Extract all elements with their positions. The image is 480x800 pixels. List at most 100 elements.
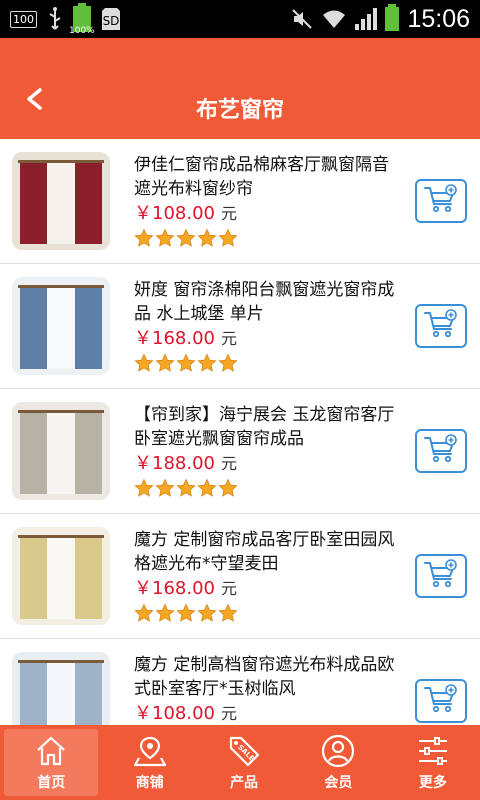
list-item[interactable]: 妍度 窗帘涤棉阳台飘窗遮光窗帘成品 水上城堡 单片 ￥168.00 元 <box>0 264 480 389</box>
price-unit: 元 <box>220 329 237 348</box>
product-info: 魔方 定制高档窗帘遮光布料成品欧式卧室客厅*玉树临风 ￥108.00 元 <box>134 653 396 725</box>
sliders-icon <box>416 734 450 772</box>
star-icon <box>134 228 154 252</box>
price-value: ￥168.00 <box>134 578 215 599</box>
star-icon <box>134 478 154 502</box>
product-price: ￥188.00 元 <box>134 452 396 476</box>
star-icon <box>218 603 238 627</box>
tab-home[interactable]: 首页 <box>4 729 99 796</box>
star-icon <box>155 228 175 252</box>
price-unit: 元 <box>220 204 237 223</box>
map-pin-icon <box>133 734 167 772</box>
svg-text:SD: SD <box>103 14 120 28</box>
star-icon <box>218 478 238 502</box>
star-icon <box>176 603 196 627</box>
wifi-icon <box>323 10 346 28</box>
tab-sale-tag[interactable]: SALE 产品 <box>197 725 291 800</box>
bottom-tab-bar: 首页 商铺 SALE 产品 会员 更多 <box>0 725 480 800</box>
add-to-cart-button[interactable] <box>415 429 467 473</box>
tab-label: 产品 <box>230 774 259 791</box>
star-icon <box>134 353 154 377</box>
product-info: 伊佳仁窗帘成品棉麻客厅飘窗隔音遮光布料窗纱帘 ￥108.00 元 <box>134 153 396 252</box>
product-image[interactable] <box>12 527 110 625</box>
status-bar-right: 15:06 <box>291 4 470 34</box>
price-unit: 元 <box>220 454 237 473</box>
clock: 15:06 <box>407 4 470 33</box>
star-icon <box>197 478 217 502</box>
tab-label: 会员 <box>324 774 353 791</box>
rating-stars <box>134 603 396 627</box>
tab-sliders[interactable]: 更多 <box>386 725 480 800</box>
rating-stars <box>134 353 396 377</box>
tab-label: 首页 <box>37 774 66 791</box>
product-info: 【帘到家】海宁展会 玉龙窗帘客厅卧室遮光飘窗窗帘成品 ￥188.00 元 <box>134 403 396 502</box>
cart-plus-icon <box>423 184 459 218</box>
star-icon <box>134 603 154 627</box>
cart-plus-icon <box>423 309 459 343</box>
product-name[interactable]: 魔方 定制窗帘成品客厅卧室田园风格遮光布*守望麦田 <box>134 528 396 576</box>
box-label: 100 <box>13 12 34 26</box>
cart-plus-icon <box>423 559 459 593</box>
price-unit: 元 <box>220 579 237 598</box>
price-value: ￥168.00 <box>134 328 215 349</box>
product-name[interactable]: 魔方 定制高档窗帘遮光布料成品欧式卧室客厅*玉树临风 <box>134 653 396 701</box>
battery-icon <box>385 4 400 31</box>
product-image[interactable] <box>12 152 110 250</box>
rating-stars <box>134 228 396 252</box>
product-image[interactable] <box>12 402 110 500</box>
battery-label: 100% <box>69 26 95 36</box>
page-title: 布艺窗帘 <box>195 98 284 123</box>
list-item[interactable]: 【帘到家】海宁展会 玉龙窗帘客厅卧室遮光飘窗窗帘成品 ￥188.00 元 <box>0 389 480 514</box>
star-icon <box>197 603 217 627</box>
list-item[interactable]: 伊佳仁窗帘成品棉麻客厅飘窗隔音遮光布料窗纱帘 ￥108.00 元 <box>0 139 480 264</box>
star-icon <box>155 353 175 377</box>
product-info: 妍度 窗帘涤棉阳台飘窗遮光窗帘成品 水上城堡 单片 ￥168.00 元 <box>134 278 396 377</box>
star-icon <box>155 478 175 502</box>
star-icon <box>197 228 217 252</box>
status-bar: 100 100% SD 15:06 <box>0 0 480 38</box>
add-to-cart-button[interactable] <box>415 554 467 598</box>
product-info: 魔方 定制窗帘成品客厅卧室田园风格遮光布*守望麦田 ￥168.00 元 <box>134 528 396 627</box>
box-icon: 100 <box>10 10 37 28</box>
cart-plus-icon <box>423 434 459 468</box>
list-item[interactable]: 魔方 定制窗帘成品客厅卧室田园风格遮光布*守望麦田 ￥168.00 元 <box>0 514 480 639</box>
cart-plus-icon <box>423 684 459 718</box>
price-value: ￥108.00 <box>134 703 215 724</box>
sale-tag-icon: SALE <box>227 734 261 772</box>
usb-icon <box>49 7 61 30</box>
add-to-cart-button[interactable] <box>415 679 467 723</box>
signal-icon <box>355 8 378 30</box>
list-item[interactable]: 魔方 定制高档窗帘遮光布料成品欧式卧室客厅*玉树临风 ￥108.00 元 <box>0 639 480 725</box>
add-to-cart-button[interactable] <box>415 304 467 348</box>
product-name[interactable]: 【帘到家】海宁展会 玉龙窗帘客厅卧室遮光飘窗窗帘成品 <box>134 403 396 451</box>
battery-icon: 100% <box>69 3 95 36</box>
product-name[interactable]: 妍度 窗帘涤棉阳台飘窗遮光窗帘成品 水上城堡 单片 <box>134 278 396 326</box>
sd-card-icon: SD <box>102 8 120 30</box>
star-icon <box>218 353 238 377</box>
product-price: ￥168.00 元 <box>134 327 396 351</box>
product-price: ￥168.00 元 <box>134 577 396 601</box>
tab-map-pin[interactable]: 商铺 <box>102 725 196 800</box>
tab-label: 商铺 <box>135 774 164 791</box>
product-list[interactable]: 伊佳仁窗帘成品棉麻客厅飘窗隔音遮光布料窗纱帘 ￥108.00 元妍度 窗帘涤棉阳台飘… <box>0 139 480 725</box>
star-icon <box>176 228 196 252</box>
app-header: 布艺窗帘 <box>0 38 480 139</box>
user-icon <box>321 734 355 772</box>
product-name[interactable]: 伊佳仁窗帘成品棉麻客厅飘窗隔音遮光布料窗纱帘 <box>134 153 396 201</box>
product-price: ￥108.00 元 <box>134 702 396 725</box>
price-unit: 元 <box>220 704 237 723</box>
home-icon <box>34 734 68 772</box>
star-icon <box>155 603 175 627</box>
star-icon <box>197 353 217 377</box>
product-price: ￥108.00 元 <box>134 202 396 226</box>
tab-user[interactable]: 会员 <box>291 725 385 800</box>
price-value: ￥108.00 <box>134 203 215 224</box>
mute-icon <box>292 9 313 29</box>
tab-label: 更多 <box>418 774 447 791</box>
star-icon <box>176 353 196 377</box>
product-image[interactable] <box>12 652 110 725</box>
rating-stars <box>134 478 396 502</box>
add-to-cart-button[interactable] <box>415 179 467 223</box>
status-bar-left: 100 100% SD <box>10 3 121 36</box>
product-image[interactable] <box>12 277 110 375</box>
